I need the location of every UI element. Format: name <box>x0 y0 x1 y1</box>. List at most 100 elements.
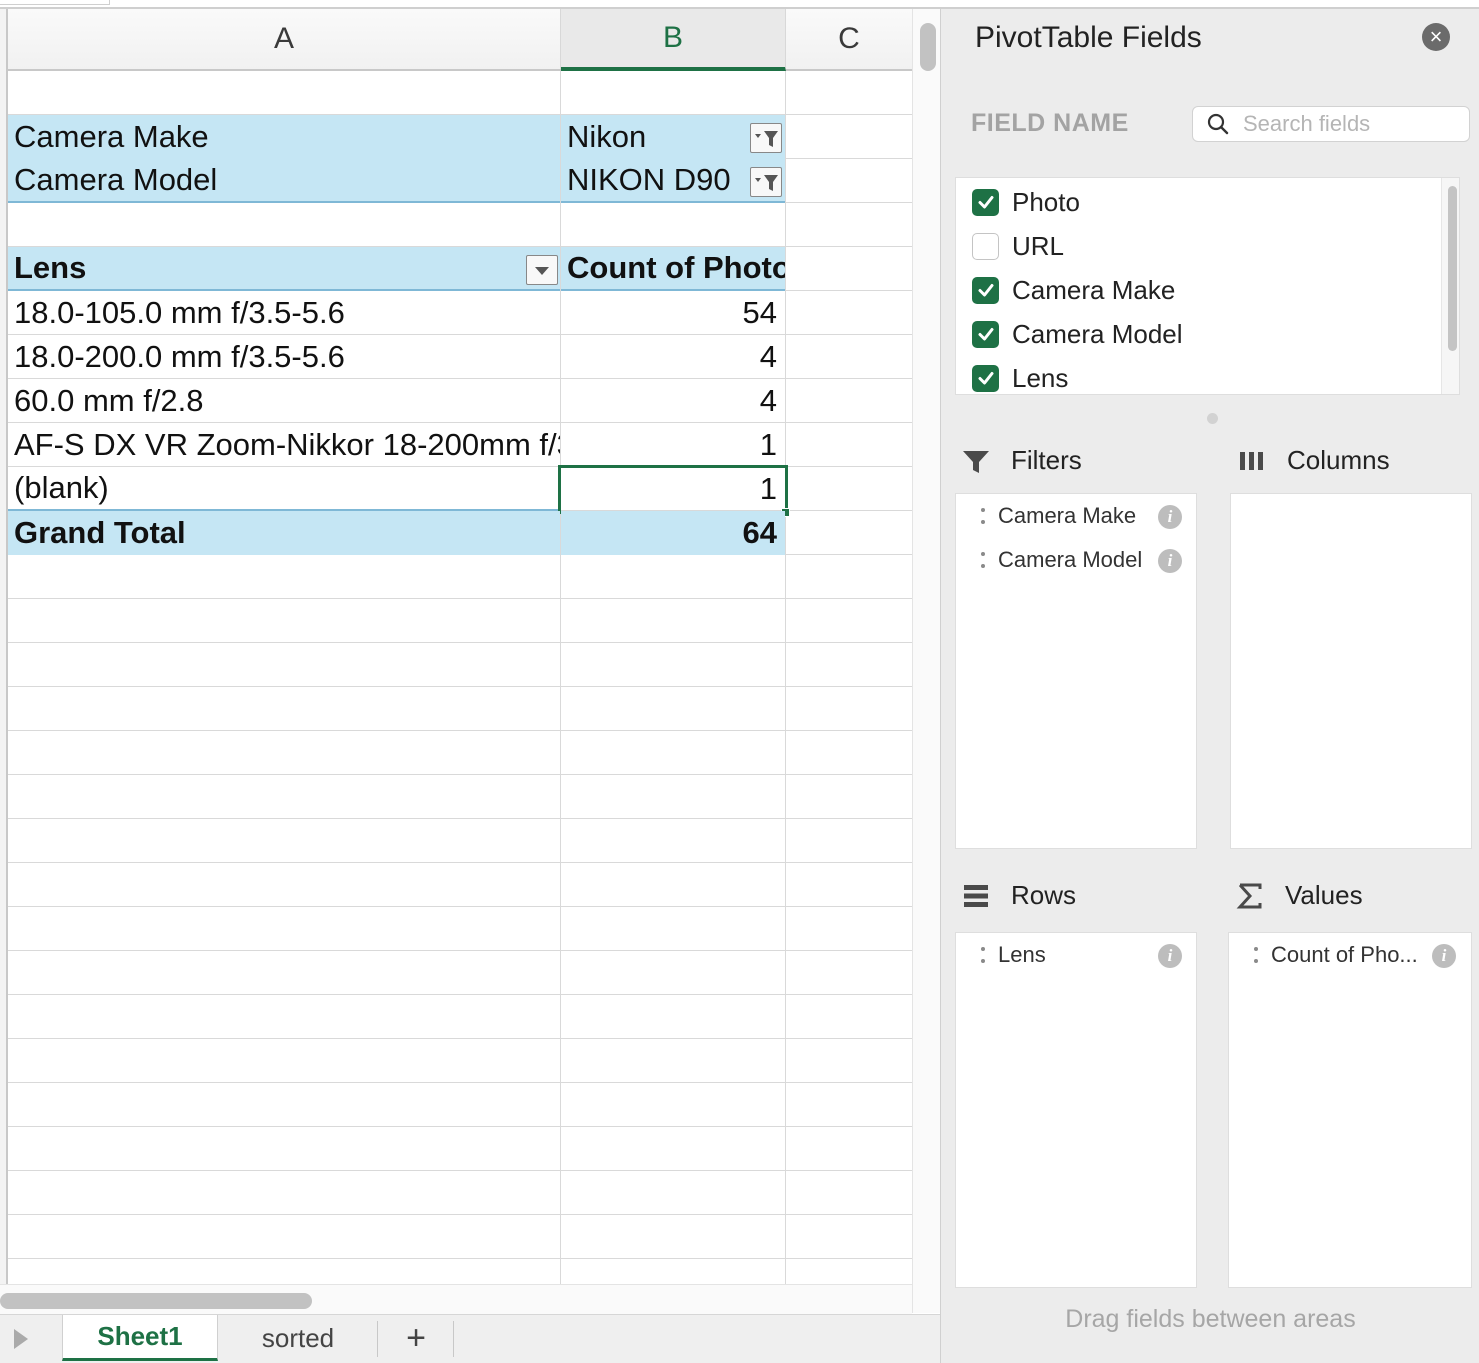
checkbox-checked[interactable] <box>972 320 999 348</box>
info-icon[interactable]: i <box>1158 549 1182 573</box>
column-header-b[interactable]: B <box>561 9 786 71</box>
pivot-row-header[interactable]: Lens <box>8 247 560 291</box>
pivot-row-value[interactable]: 4 <box>561 335 785 379</box>
filter-dropdown-camera-model[interactable] <box>750 167 782 197</box>
checkbox-checked[interactable] <box>972 276 999 304</box>
check-icon <box>978 372 993 385</box>
add-sheet-button[interactable]: + <box>380 1315 452 1361</box>
pivot-row-label[interactable]: 60.0 mm f/2.8 <box>8 379 560 423</box>
check-icon <box>978 196 993 209</box>
filter-dropdown-camera-make[interactable] <box>750 123 782 153</box>
top-tab-edge <box>0 0 110 5</box>
filter-label-camera-model[interactable]: Camera Model <box>8 159 560 203</box>
gridline <box>8 1082 912 1083</box>
row-header-edge <box>0 9 8 1284</box>
columns-drop-area[interactable] <box>1230 493 1472 849</box>
checkbox-unchecked[interactable] <box>972 232 999 260</box>
rows-icon <box>961 881 991 911</box>
gridline <box>8 598 912 599</box>
vertical-scrollbar[interactable] <box>912 9 940 1313</box>
field-item-camera-make[interactable]: Camera Make <box>972 268 1175 312</box>
check-icon <box>978 284 993 297</box>
values-area-header: Values <box>1235 880 1363 911</box>
pane-resize-handle[interactable] <box>1207 413 1218 424</box>
gridline <box>8 774 912 775</box>
gridline <box>8 1214 912 1215</box>
filter-label-camera-make[interactable]: Camera Make <box>8 115 560 159</box>
field-label: Lens <box>1012 362 1069 393</box>
gridline <box>8 1126 912 1127</box>
rows-drop-area[interactable]: Lens i <box>955 932 1197 1288</box>
chevron-down-icon <box>535 267 549 275</box>
filter-value-text: NIKON D90 <box>567 162 731 197</box>
worksheet: A B C Camera Make Nikon Camera Model NIK… <box>0 9 912 1284</box>
gridline <box>8 818 912 819</box>
gridline <box>8 1258 912 1259</box>
field-item-camera-model[interactable]: Camera Model <box>972 312 1183 356</box>
tab-divider <box>453 1321 454 1357</box>
row-label-dropdown[interactable] <box>526 255 558 285</box>
field-list-scroll-thumb[interactable] <box>1448 186 1457 351</box>
drag-handle-icon[interactable] <box>980 552 986 568</box>
info-icon[interactable]: i <box>1158 505 1182 529</box>
pivot-row-label[interactable]: (blank) <box>8 467 560 511</box>
tab-sheet1[interactable]: Sheet1 <box>62 1315 218 1361</box>
horizontal-scrollbar[interactable] <box>0 1284 912 1314</box>
search-field-box[interactable] <box>1192 106 1470 142</box>
gridline <box>8 1170 912 1171</box>
selected-cell-border <box>558 465 788 514</box>
checkbox-checked[interactable] <box>972 188 999 216</box>
columns-icon <box>1237 446 1267 476</box>
field-list-scrollbar[interactable] <box>1441 178 1459 394</box>
filters-area-label: Filters <box>1011 445 1082 475</box>
filters-area-header: Filters <box>961 445 1082 476</box>
top-strip <box>0 0 1479 9</box>
info-icon[interactable]: i <box>1158 944 1182 968</box>
field-item-lens[interactable]: Lens <box>972 356 1069 394</box>
filter-icon <box>755 131 778 147</box>
columns-area-label: Columns <box>1287 445 1390 475</box>
horizontal-scroll-thumb[interactable] <box>0 1293 312 1309</box>
drag-handle-icon[interactable] <box>1253 947 1259 963</box>
sigma-icon <box>1235 881 1265 911</box>
filter-icon <box>961 446 991 476</box>
drag-handle-icon[interactable] <box>980 947 986 963</box>
grand-total-value[interactable]: 64 <box>561 511 785 555</box>
field-item-photo[interactable]: Photo <box>972 180 1080 224</box>
pivot-row-value[interactable]: 4 <box>561 379 785 423</box>
pane-title: PivotTable Fields <box>975 21 1202 54</box>
filters-drop-area[interactable]: Camera Make i Camera Model i <box>955 493 1197 849</box>
sheet-tabs-bar: Sheet1 sorted + <box>0 1314 940 1363</box>
pivot-row-value[interactable]: 1 <box>561 423 785 467</box>
area-item-label: Camera Model <box>998 547 1143 572</box>
close-icon[interactable]: × <box>1422 23 1450 51</box>
values-drop-area[interactable]: Count of Pho... i <box>1228 932 1472 1288</box>
field-item-url[interactable]: URL <box>972 224 1064 268</box>
rows-area-label: Rows <box>1011 880 1077 910</box>
drag-hint: Drag fields between areas <box>1065 1305 1356 1333</box>
drag-handle-icon[interactable] <box>980 508 986 524</box>
checkbox-checked[interactable] <box>972 364 999 392</box>
pivot-row-label[interactable]: 18.0-105.0 mm f/3.5-5.6 <box>8 291 560 335</box>
pivot-row-label[interactable]: 18.0-200.0 mm f/3.5-5.6 <box>8 335 560 379</box>
column-header-a[interactable]: A <box>8 9 561 69</box>
gridline <box>8 642 912 643</box>
search-input[interactable] <box>1243 110 1463 138</box>
gridline <box>8 950 912 951</box>
pivot-value-header[interactable]: Count of Photo <box>561 247 785 291</box>
search-icon <box>1207 113 1229 135</box>
pivot-row-label[interactable]: AF-S DX VR Zoom-Nikkor 18-200mm f/3. <box>8 423 560 467</box>
grand-total-label[interactable]: Grand Total <box>8 511 560 555</box>
field-name-label: FIELD NAME <box>971 109 1129 137</box>
column-header-c[interactable]: C <box>786 9 912 69</box>
tab-sorted[interactable]: sorted <box>220 1315 376 1361</box>
vertical-scroll-thumb[interactable] <box>920 23 936 71</box>
info-icon[interactable]: i <box>1432 944 1456 968</box>
pivot-row-value[interactable]: 54 <box>561 291 785 335</box>
gridline <box>8 906 912 907</box>
gridline <box>8 1038 912 1039</box>
area-item-label: Camera Make <box>998 503 1137 528</box>
tab-scroll-icon[interactable] <box>14 1329 28 1349</box>
pivot-fields-pane: PivotTable Fields × FIELD NAME Photo URL… <box>940 9 1479 1363</box>
gridline <box>8 862 912 863</box>
